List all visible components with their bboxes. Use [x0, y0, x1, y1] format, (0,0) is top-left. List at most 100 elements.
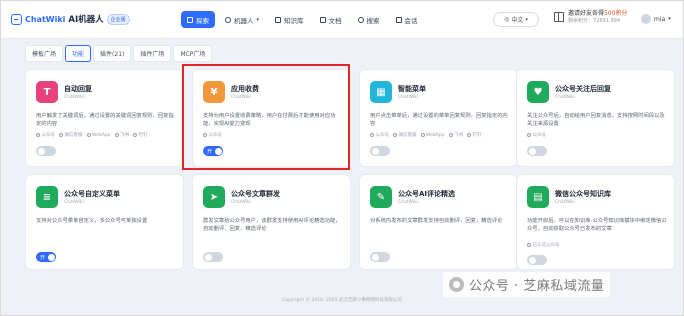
platform-icon	[133, 133, 138, 137]
main-nav: 探索 机器人 ▾ 知识库 文档 搜索 会话	[181, 11, 424, 28]
platform-list: 公众号 微信客服 WebApp 飞书 钉钉	[370, 132, 482, 138]
card-description: 用户点击菜单后，通过设置的菜单回复规则，回复指定的内容	[370, 113, 508, 128]
menu-grid-icon: ▦	[370, 81, 392, 103]
language-value: 中文	[511, 17, 524, 24]
card-description: 功能开启后，可以在知识库-公众号知识库模块中绑定微信公众号，自动获取公众号已发布…	[527, 218, 667, 233]
platform-icon	[527, 133, 531, 137]
app-window: ChatWiki AI机器人 企业版 探索 机器人 ▾ 知识库 文档 搜索 会话…	[0, 0, 684, 316]
platform-tag: 已认证公众号	[527, 242, 560, 248]
chevron-down-icon: ▾	[668, 16, 671, 22]
nav-knowledge-base[interactable]: 知识库	[269, 11, 310, 28]
tab-plugin-market[interactable]: 插件广场	[133, 45, 172, 62]
feature-toggle[interactable]	[527, 146, 547, 156]
user-menu[interactable]: mia ▾	[641, 14, 671, 24]
logo[interactable]: ChatWiki AI机器人 企业版	[11, 13, 130, 25]
card-description: 关注公众号后，自动给用户回复消息，支持按照时间段以及关注来源设置	[527, 113, 665, 128]
invite-points: 500积分	[604, 10, 628, 17]
tab-templates[interactable]: 模板广场	[25, 45, 64, 62]
feature-card-smart-menu[interactable]: ▦ 智能菜单 ChatWiki 用户点击菜单后，通过设置的菜单回复规则，回复指定…	[359, 69, 518, 167]
tab-features[interactable]: 功能	[65, 45, 92, 62]
chat-icon	[395, 16, 402, 23]
edition-badge: 企业版	[106, 13, 130, 25]
card-subtitle: ChatWiki	[398, 95, 418, 100]
platform-list: 公众号 微信客服 WebApp 飞书 钉钉	[36, 132, 148, 138]
card-subtitle: ChatWiki	[555, 200, 575, 205]
platform-icon	[448, 133, 453, 137]
platform-tag: 公众号	[370, 132, 389, 138]
feature-card-auto-reply[interactable]: T 自动回复 ChatWiki 用户触发了关键词后，通过设置的关键词回复规则，回…	[25, 69, 184, 167]
invite-banner[interactable]: 邀请好友各得500积分 剩余积分：72891.994	[554, 10, 627, 25]
doc-library-icon: ▤	[527, 186, 549, 208]
feature-toggle[interactable]	[370, 252, 390, 262]
card-subtitle: ChatWiki	[231, 200, 251, 205]
top-navigation-bar: ChatWiki AI机器人 企业版 探索 机器人 ▾ 知识库 文档 搜索 会话…	[1, 1, 683, 39]
chevron-down-icon: ▾	[256, 16, 260, 23]
send-icon: ➤	[203, 186, 225, 208]
platform-tag: 飞书	[448, 132, 463, 138]
platform-icon	[59, 133, 63, 137]
document-icon	[319, 16, 326, 23]
feature-toggle[interactable]: 开	[36, 252, 56, 262]
card-title: 自动回复	[64, 85, 92, 93]
wechat-official-account-icon	[449, 277, 464, 292]
book-icon	[275, 16, 282, 23]
invite-text: 邀请好友各得500积分	[568, 10, 628, 17]
feature-card-article-broadcast[interactable]: ➤ 公众号文章群发 ChatWiki 群发文章给公众号用户，该群发支持使用AI评…	[192, 174, 351, 270]
username: mia	[654, 15, 666, 23]
logo-icon	[11, 13, 22, 25]
card-title: 公众号关注后回复	[555, 85, 611, 93]
nav-label: 搜索	[366, 16, 380, 25]
platform-icon	[420, 133, 425, 137]
footer-copyright: Copyright © 2016- 2025 武汉芝麻小事网络科技有限公司	[282, 298, 402, 303]
platform-icon	[86, 133, 91, 137]
feature-toggle[interactable]	[203, 252, 223, 262]
card-description: 用户触发了关键词后，通过设置的关键词回复规则，回复指定的内容	[36, 113, 174, 128]
nav-sessions[interactable]: 会话	[390, 11, 424, 28]
platform-tag: 公众号	[527, 132, 546, 138]
highlight-box	[182, 64, 350, 170]
nav-documents[interactable]: 文档	[314, 11, 348, 28]
gift-icon	[554, 12, 564, 22]
platform-icon	[467, 133, 472, 137]
feature-card-follow-reply[interactable]: ♥ 公众号关注后回复 ChatWiki 关注公众号后，自动给用户回复消息，支持按…	[516, 69, 675, 167]
language-select[interactable]: ◎ 中文 ▾	[493, 12, 539, 27]
platform-tag: 微信客服	[59, 132, 83, 138]
toggle-label: 开	[40, 254, 46, 261]
feature-toggle[interactable]	[527, 255, 547, 265]
card-subtitle: ChatWiki	[398, 200, 418, 205]
platform-tag: WebApp	[86, 132, 111, 138]
feature-toggle[interactable]	[370, 146, 390, 156]
platform-tag: 钉钉	[467, 132, 482, 138]
card-title: 微信公众号知识库	[555, 190, 611, 198]
tab-plugins[interactable]: 插件(21)	[93, 45, 132, 62]
feature-card-custom-menu[interactable]: ≡ 公众号自定义菜单 ChatWiki 支持对公众号菜单自定义，多公众号可单独设…	[25, 174, 184, 270]
nav-label: 机器人	[234, 16, 254, 25]
platform-list: 已认证公众号	[527, 242, 560, 248]
nav-label: 会话	[404, 16, 418, 25]
platform-icon	[527, 243, 531, 247]
feature-card-ai-comment[interactable]: ✎ 公众号AI评论精选 ChatWiki 对系统内发布的文章群发支持自动删评，回…	[359, 174, 518, 270]
tab-mcp-market[interactable]: MCP广场	[173, 45, 213, 62]
platform-icon	[36, 133, 40, 137]
card-subtitle: ChatWiki	[555, 95, 575, 100]
platform-tag: 钉钉	[133, 132, 148, 138]
search-icon	[357, 16, 364, 23]
feature-card-wechat-knowledge[interactable]: ▤ 微信公众号知识库 ChatWiki 功能开启后，可以在知识库-公众号知识库模…	[516, 174, 675, 270]
logo-text: ChatWiki	[25, 14, 66, 24]
watermark: 公众号 · 芝麻私域流量	[443, 272, 611, 297]
platform-tag: 微信客服	[393, 132, 417, 138]
logo-title: AI机器人	[68, 15, 104, 25]
card-title: 智能菜单	[398, 85, 426, 93]
chevron-down-icon: ▾	[525, 16, 528, 23]
nav-explore[interactable]: 探索	[181, 11, 215, 28]
custom-menu-icon: ≡	[36, 186, 58, 208]
nav-label: 知识库	[284, 16, 304, 25]
nav-search[interactable]: 搜索	[352, 11, 386, 28]
nav-robot[interactable]: 机器人 ▾	[219, 11, 265, 28]
heart-chat-icon: ♥	[527, 81, 549, 103]
card-description: 对系统内发布的文章群发支持自动删评，回复，精选评论	[370, 218, 503, 224]
card-subtitle: ChatWiki	[64, 95, 84, 100]
feature-toggle[interactable]	[36, 146, 56, 156]
card-description: 群发文章给公众号用户，该群发支持使用AI评论精选功能，自动删评、回复、精选评论	[203, 218, 341, 233]
platform-list: 公众号	[527, 132, 546, 138]
